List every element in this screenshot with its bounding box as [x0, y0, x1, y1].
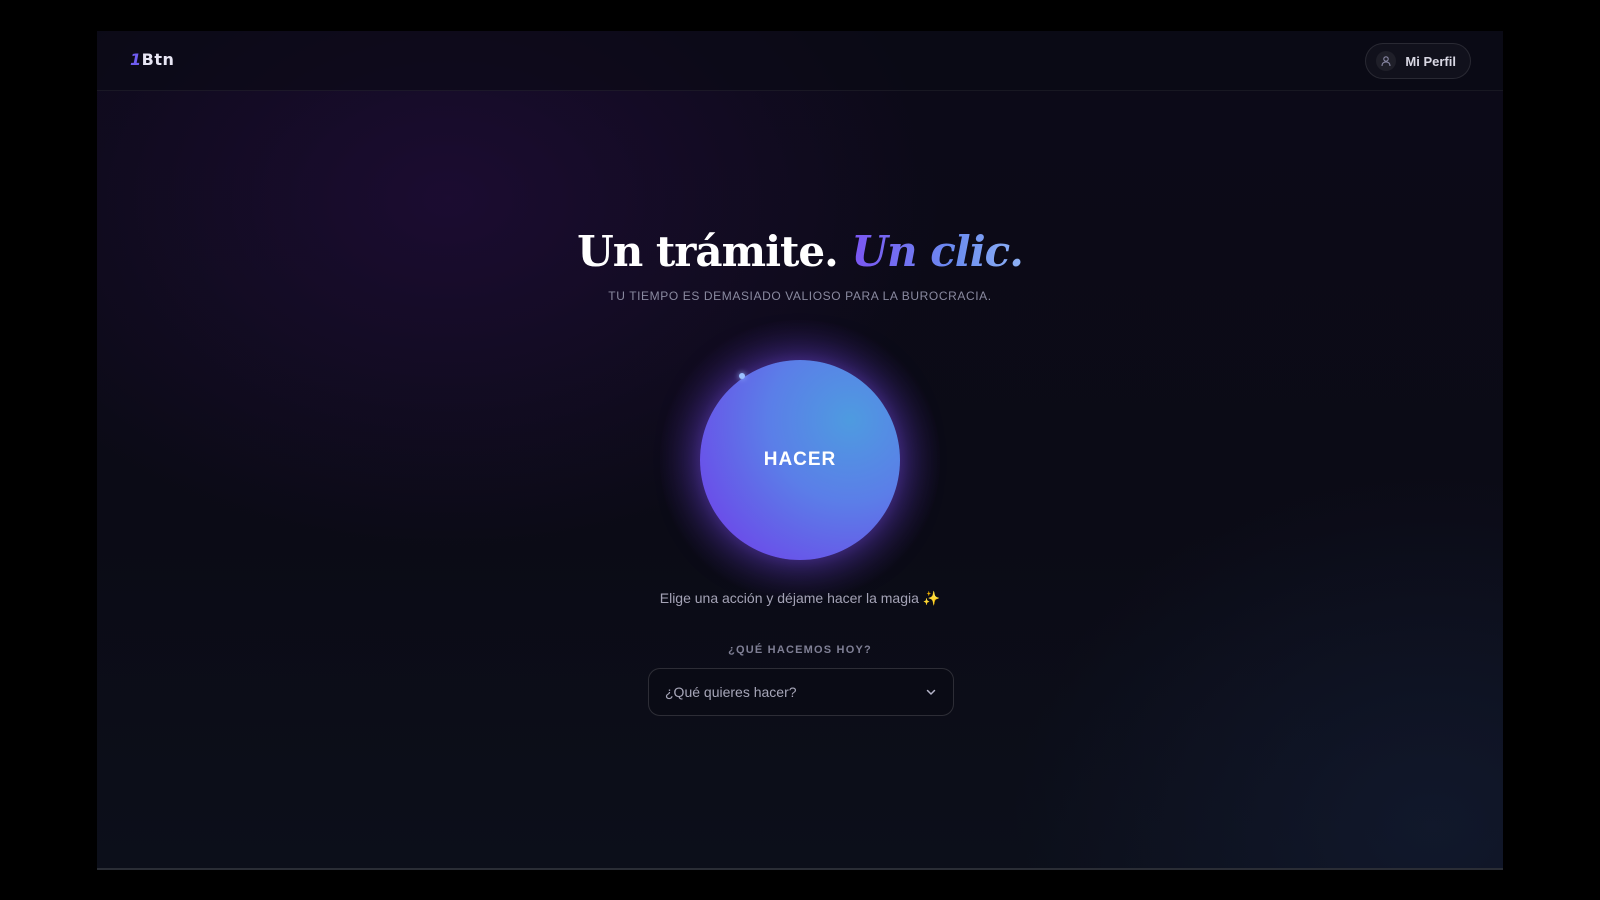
- app-window: 1Btn Mi Perfil Un trámite. Un clic. TU T…: [97, 31, 1503, 870]
- logo-mark: 1: [130, 50, 142, 69]
- page-title: Un trámite. Un clic.: [97, 231, 1503, 273]
- title-main: Un trámite.: [577, 227, 839, 276]
- action-select-placeholder: ¿Qué quieres hacer?: [665, 684, 797, 700]
- hero-section: Un trámite. Un clic. TU TIEMPO ES DEMASI…: [97, 231, 1503, 304]
- hacer-button-label: HACER: [763, 449, 837, 470]
- profile-label: Mi Perfil: [1405, 53, 1456, 69]
- action-hint: Elige una acción y déjame hacer la magia…: [97, 590, 1503, 607]
- title-accent: Un clic.: [851, 227, 1023, 276]
- hacer-button[interactable]: HACER: [700, 360, 900, 560]
- sparkles-icon: ✨: [922, 590, 941, 606]
- logo-text: Btn: [141, 50, 175, 69]
- action-select-label: ¿QUÉ HACEMOS HOY?: [728, 644, 872, 656]
- action-hint-text: Elige una acción y déjame hacer la magia: [659, 590, 919, 606]
- chevron-down-icon: [925, 686, 937, 698]
- action-orb-container: HACER: [660, 320, 940, 600]
- top-navigation-bar: 1Btn Mi Perfil: [97, 31, 1503, 91]
- app-logo[interactable]: 1Btn: [130, 50, 174, 69]
- profile-button[interactable]: Mi Perfil: [1365, 43, 1471, 79]
- action-select[interactable]: ¿Qué quieres hacer?: [648, 668, 954, 716]
- user-icon: [1376, 51, 1397, 71]
- page-subtitle: TU TIEMPO ES DEMASIADO VALIOSO PARA LA B…: [608, 289, 992, 303]
- orb-highlight-dot: [739, 373, 745, 379]
